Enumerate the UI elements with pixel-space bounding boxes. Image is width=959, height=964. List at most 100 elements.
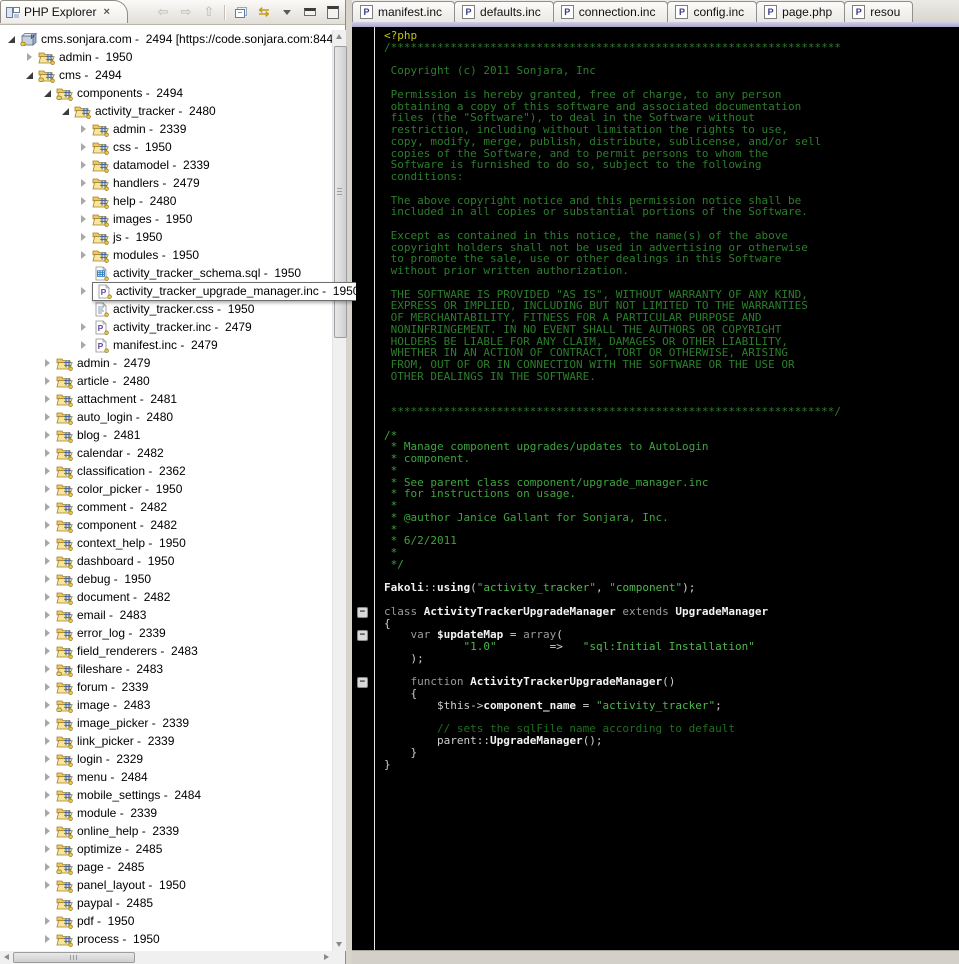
tree-row[interactable]: image - 2483: [0, 696, 332, 714]
expand-arrow-icon[interactable]: [43, 718, 53, 728]
tree-row[interactable]: page - 2485: [0, 858, 332, 876]
horizontal-scrollbar-thumb[interactable]: [13, 952, 135, 963]
tree-row[interactable]: modules - 1950: [0, 246, 332, 264]
expand-arrow-icon[interactable]: [79, 340, 89, 350]
editor-horizontal-scrollbar[interactable]: [352, 950, 959, 964]
tree-row[interactable]: components - 2494: [0, 84, 332, 102]
expand-arrow-icon[interactable]: [43, 700, 53, 710]
editor-tab[interactable]: Pconnection.inc: [553, 1, 669, 22]
editor-tab[interactable]: Pdefaults.inc: [454, 1, 554, 22]
link-with-editor-button[interactable]: ⇆: [256, 4, 272, 20]
code-editor[interactable]: − − − <?php/******************************…: [352, 27, 959, 951]
expand-arrow-icon[interactable]: [43, 844, 53, 854]
tree-row[interactable]: css - 1950: [0, 138, 332, 156]
tree-row[interactable]: link_picker - 2339: [0, 732, 332, 750]
tree-row[interactable]: debug - 1950: [0, 570, 332, 588]
tree-row[interactable]: activity_tracker - 2480: [0, 102, 332, 120]
expand-arrow-icon[interactable]: [79, 232, 89, 242]
tree-row[interactable]: process - 1950: [0, 930, 332, 948]
tree-row[interactable]: dashboard - 1950: [0, 552, 332, 570]
fold-minus-icon[interactable]: −: [357, 677, 368, 688]
tree-row[interactable]: email - 2483: [0, 606, 332, 624]
expand-arrow-icon[interactable]: [43, 592, 53, 602]
tree-vertical-scrollbar[interactable]: [332, 30, 346, 951]
expand-arrow-icon[interactable]: [43, 646, 53, 656]
fold-minus-icon[interactable]: −: [357, 630, 368, 641]
tree-row[interactable]: admin - 2339: [0, 120, 332, 138]
maximize-button[interactable]: [325, 4, 341, 20]
expand-arrow-icon[interactable]: [79, 286, 89, 296]
expand-arrow-icon[interactable]: [43, 412, 53, 422]
expand-arrow-icon[interactable]: [43, 682, 53, 692]
tree-row[interactable]: handlers - 2479: [0, 174, 332, 192]
expand-arrow-icon[interactable]: [79, 178, 89, 188]
expand-arrow-icon[interactable]: [43, 862, 53, 872]
expand-arrow-icon[interactable]: [43, 376, 53, 386]
tree-row[interactable]: comment - 2482: [0, 498, 332, 516]
collapse-arrow-icon[interactable]: [43, 88, 53, 98]
tree-row[interactable]: optimize - 2485: [0, 840, 332, 858]
tree-row[interactable]: calendar - 2482: [0, 444, 332, 462]
expand-arrow-icon[interactable]: [79, 322, 89, 332]
tree-row[interactable]: images - 1950: [0, 210, 332, 228]
editor-tab[interactable]: Pconfig.inc: [667, 1, 757, 22]
expand-arrow-icon[interactable]: [43, 754, 53, 764]
tree-row[interactable]: module - 2339: [0, 804, 332, 822]
tree-row[interactable]: activity_tracker.css - 1950: [0, 300, 332, 318]
collapse-arrow-icon[interactable]: [61, 106, 71, 116]
code-area[interactable]: <?php/**********************************…: [375, 27, 959, 951]
tree-row[interactable]: pdf - 1950: [0, 912, 332, 930]
expand-arrow-icon[interactable]: [79, 142, 89, 152]
tree-row[interactable]: auto_login - 2480: [0, 408, 332, 426]
expand-arrow-icon[interactable]: [43, 556, 53, 566]
expand-arrow-icon[interactable]: [43, 502, 53, 512]
expand-arrow-icon[interactable]: [43, 358, 53, 368]
close-icon[interactable]: ×: [103, 6, 109, 18]
project-tree[interactable]: Pcms.sonjara.com - 2494 [https://code.so…: [0, 30, 356, 952]
tree-row[interactable]: Pactivity_tracker_upgrade_manager.inc - …: [0, 282, 356, 300]
editor-tab[interactable]: Ppage.php: [756, 1, 845, 22]
expand-arrow-icon[interactable]: [43, 538, 53, 548]
expand-arrow-icon[interactable]: [43, 664, 53, 674]
tree-row[interactable]: login - 2329: [0, 750, 332, 768]
tree-row[interactable]: field_renderers - 2483: [0, 642, 332, 660]
tree-row[interactable]: fileshare - 2483: [0, 660, 332, 678]
expand-arrow-icon[interactable]: [25, 52, 35, 62]
scroll-left-arrow[interactable]: [0, 951, 13, 964]
tree-row[interactable]: component - 2482: [0, 516, 332, 534]
expand-arrow-icon[interactable]: [43, 628, 53, 638]
tree-row[interactable]: mobile_settings - 2484: [0, 786, 332, 804]
view-menu-button[interactable]: [279, 4, 295, 20]
expand-arrow-icon[interactable]: [79, 214, 89, 224]
expand-arrow-icon[interactable]: [43, 826, 53, 836]
expand-arrow-icon[interactable]: [43, 808, 53, 818]
expand-arrow-icon[interactable]: [43, 430, 53, 440]
tree-row[interactable]: Pmanifest.inc - 2479: [0, 336, 332, 354]
back-button[interactable]: ⇦: [155, 4, 171, 20]
tree-row[interactable]: online_help - 2339: [0, 822, 332, 840]
tree-horizontal-scrollbar[interactable]: [0, 951, 332, 964]
tree-row[interactable]: blog - 2481: [0, 426, 332, 444]
expand-arrow-icon[interactable]: [79, 124, 89, 134]
fold-minus-icon[interactable]: −: [357, 607, 368, 618]
tree-row[interactable]: activity_tracker_schema.sql - 1950: [0, 264, 332, 282]
expand-arrow-icon[interactable]: [43, 466, 53, 476]
tree-row[interactable]: cms - 2494: [0, 66, 332, 84]
php-explorer-view-tab[interactable]: PHP Explorer ×: [0, 0, 128, 23]
tree-row[interactable]: Pactivity_tracker.inc - 2479: [0, 318, 332, 336]
tree-row[interactable]: admin - 1950: [0, 48, 332, 66]
tree-row[interactable]: menu - 2484: [0, 768, 332, 786]
tree-row[interactable]: image_picker - 2339: [0, 714, 332, 732]
tree-row[interactable]: attachment - 2481: [0, 390, 332, 408]
expand-arrow-icon[interactable]: [43, 772, 53, 782]
expand-arrow-icon[interactable]: [79, 250, 89, 260]
scroll-up-arrow[interactable]: [333, 30, 346, 43]
tree-row[interactable]: paypal - 2485: [0, 894, 332, 912]
expand-arrow-icon[interactable]: [43, 574, 53, 584]
tree-row[interactable]: article - 2480: [0, 372, 332, 390]
collapse-arrow-icon[interactable]: [25, 70, 35, 80]
expand-arrow-icon[interactable]: [43, 934, 53, 944]
expand-arrow-icon[interactable]: [43, 736, 53, 746]
scroll-down-arrow[interactable]: [333, 938, 346, 951]
tree-row[interactable]: context_help - 1950: [0, 534, 332, 552]
